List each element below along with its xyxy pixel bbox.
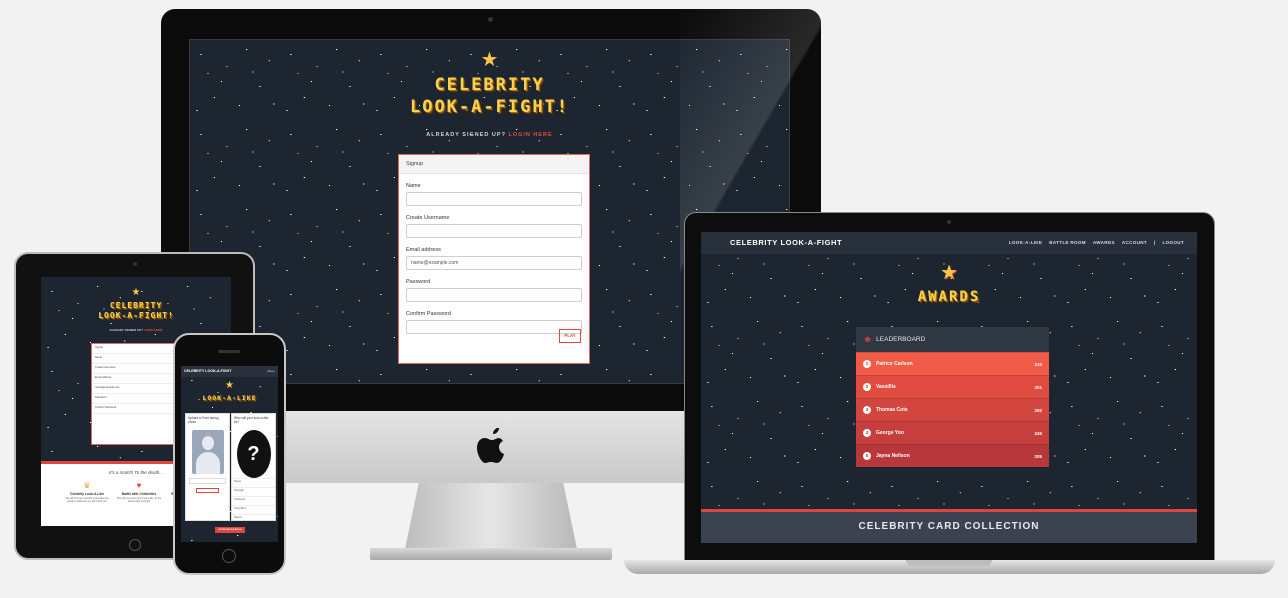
nav-divider: |	[1153, 240, 1156, 245]
phone-navbar: CELEBRITY LOOK-A-FIGHT Menu	[181, 366, 278, 377]
player-score: 205	[1034, 453, 1042, 459]
star-icon: ★	[131, 287, 141, 298]
signup-header: Signup	[399, 155, 589, 174]
macbook-screen: CELEBRITY LOOK-A-FIGHT LOOK-A-LIKE BATTL…	[701, 232, 1197, 543]
username-field[interactable]	[406, 224, 582, 238]
imac-camera	[488, 17, 493, 22]
star-icon: ★	[940, 262, 958, 284]
leaderboard-row: 5 Jayna Neilson 205	[856, 444, 1049, 467]
phone-brand[interactable]: CELEBRITY LOOK-A-FIGHT	[184, 369, 231, 373]
imac-stand	[405, 483, 577, 549]
card-collection-title: CELEBRITY CARD COLLECTION	[858, 521, 1040, 532]
already-signed-up: ALREADY SIGNED UP? LOGIN HERE	[109, 328, 163, 332]
star-icon: ★	[225, 380, 234, 391]
rank-badge: 3	[863, 406, 871, 414]
leaderboard-row: 2 Vassillis 301	[856, 375, 1049, 398]
upload-label: Upload a Front facing photo	[188, 416, 219, 424]
brand-link[interactable]: CELEBRITY LOOK-A-FIGHT	[730, 238, 842, 247]
rank-badge: 2	[863, 383, 871, 391]
confirm-password-field[interactable]	[406, 320, 582, 334]
player-score: 301	[1034, 384, 1042, 390]
email-label: Email address	[406, 247, 441, 253]
player-name: George Yoo	[876, 430, 904, 436]
feature-lookalike: ♛ Celebrity Look-A-Like We will find you…	[63, 481, 111, 503]
who-label: Who will your look-a-like be?	[234, 416, 269, 424]
leaderboard-row: 3 Thomas Cote 292	[856, 398, 1049, 421]
player-name: Patrice Carlson	[876, 361, 913, 367]
ipad-camera	[133, 262, 137, 266]
stat-row: Name	[232, 478, 275, 487]
player-name: Vassillis	[876, 384, 896, 390]
macbook-camera	[947, 220, 951, 224]
player-score: 292	[1034, 407, 1042, 413]
trophy-icon: ♚	[864, 335, 872, 344]
login-link[interactable]: LOGIN HERE	[144, 328, 163, 332]
rank-badge: 4	[863, 429, 871, 437]
leaderboard: ♚ LEADERBOARD 1 Patrice Carlson 310 2 Vassil…	[856, 327, 1049, 469]
iphone-screen: CELEBRITY LOOK-A-FIGHT Menu ★ LOOK-A-LIK…	[181, 366, 278, 542]
password-field[interactable]	[406, 288, 582, 302]
imac-foot	[370, 548, 612, 560]
site-title: CELEBRITY LOOK-A-FIGHT!	[98, 301, 174, 320]
stat-row: Strength	[232, 487, 275, 496]
iphone-speaker	[218, 350, 240, 353]
stat-row: Total Wins	[232, 505, 275, 514]
nav-account[interactable]: ACCOUNT	[1122, 240, 1147, 245]
signup-form: Signup Name Create Username Email addres…	[398, 154, 590, 364]
player-name: Jayna Neilson	[876, 453, 910, 459]
menu-button[interactable]: Menu	[267, 369, 275, 373]
macbook-notch	[906, 560, 992, 566]
enter-battleroom-button[interactable]: ENTER BATTLEROOM	[215, 527, 245, 533]
nav-look-a-like[interactable]: LOOK-A-LIKE	[1009, 240, 1042, 245]
play-button[interactable]: PLAY	[559, 329, 581, 343]
stat-row: Speed	[232, 514, 275, 523]
stat-row: Charisma	[232, 496, 275, 505]
upload-button[interactable]	[196, 488, 219, 493]
apple-logo-icon	[477, 428, 504, 463]
confirm-password-label: Confirm Password	[406, 311, 451, 317]
leaderboard-header: ♚ LEADERBOARD	[856, 327, 1049, 352]
nav-battle-room[interactable]: BATTLE ROOM	[1049, 240, 1086, 245]
iphone-home-button[interactable]	[222, 549, 236, 563]
email-field[interactable]: name@example.com	[406, 256, 582, 270]
nav-awards[interactable]: AWARDS	[1093, 240, 1115, 245]
player-score: 245	[1034, 430, 1042, 436]
ipad-home-button[interactable]	[129, 539, 141, 551]
name-label: Name	[406, 183, 421, 189]
password-label: Password	[406, 279, 431, 285]
page-title: LOOK-A-LIKE	[202, 394, 257, 402]
crown-icon: ♛	[83, 481, 91, 490]
match-panel: Who will your look-a-like be? ? Name Str…	[231, 413, 276, 521]
file-input[interactable]	[189, 478, 226, 484]
player-name: Thomas Cote	[876, 407, 908, 413]
user-silhouette-icon[interactable]	[191, 430, 224, 474]
upload-panel: Upload a Front facing photo	[185, 413, 230, 521]
rank-badge: 1	[863, 360, 871, 368]
name-field[interactable]	[406, 192, 582, 206]
login-link[interactable]: LOGIN HERE	[508, 132, 552, 138]
mystery-question-icon: ?	[236, 430, 271, 478]
feature-battle: ♥ Battle with Celebrities Now that you h…	[116, 481, 162, 503]
rank-badge: 5	[863, 452, 871, 460]
page-title: AWARDS	[917, 289, 981, 305]
nav-logout[interactable]: LOGOUT	[1163, 240, 1184, 245]
nav-links: LOOK-A-LIKE BATTLE ROOM AWARDS ACCOUNT |…	[1009, 240, 1184, 245]
username-label: Create Username	[406, 215, 450, 221]
player-score: 310	[1034, 361, 1042, 367]
footer-bar: CELEBRITY CARD COLLECTION	[701, 509, 1197, 543]
leaderboard-row: 4 George Yoo 245	[856, 421, 1049, 444]
heart-icon: ♥	[136, 481, 142, 490]
top-navbar: CELEBRITY LOOK-A-FIGHT LOOK-A-LIKE BATTL…	[701, 232, 1197, 254]
leaderboard-row: 1 Patrice Carlson 310	[856, 352, 1049, 375]
